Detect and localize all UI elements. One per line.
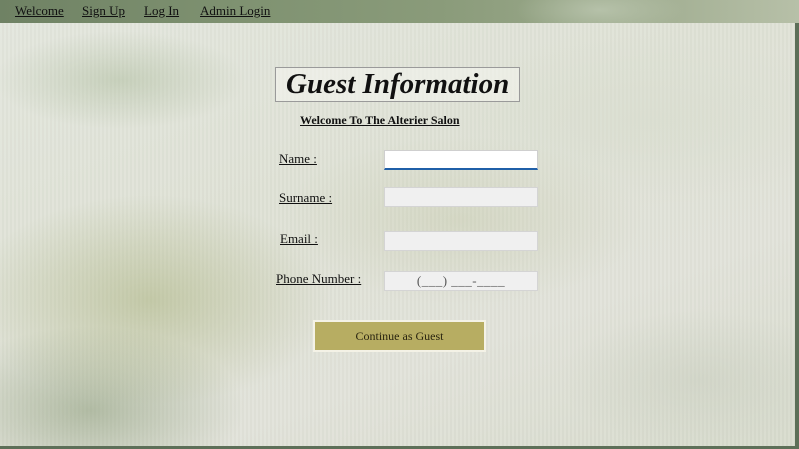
page-subtitle: Welcome To The Alterier Salon	[300, 113, 460, 127]
page-title-box: Guest Information	[275, 67, 520, 102]
phone-number-label: Phone Number :	[276, 271, 362, 286]
page-title: Guest Information	[286, 68, 510, 100]
email-label: Email :	[280, 231, 318, 246]
name-field[interactable]	[384, 150, 538, 170]
continue-as-guest-button[interactable]: Continue as Guest	[313, 320, 486, 352]
surname-field[interactable]	[384, 187, 538, 207]
email-field[interactable]	[384, 231, 538, 251]
name-label: Name :	[279, 151, 317, 166]
guest-information-form: Guest Information Welcome To The Alterie…	[0, 0, 799, 449]
surname-label: Surname :	[279, 190, 333, 205]
phone-number-field[interactable]	[384, 271, 538, 291]
